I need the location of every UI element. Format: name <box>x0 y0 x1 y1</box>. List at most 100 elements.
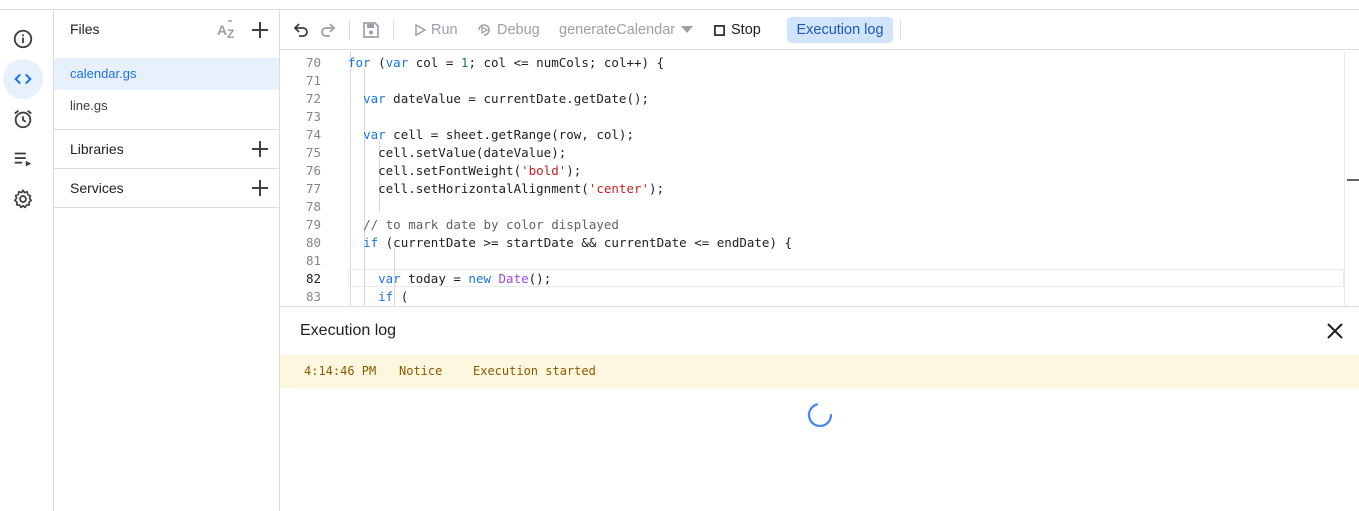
code-icon <box>14 73 32 85</box>
services-label: Services <box>70 180 124 196</box>
line-number: 80 <box>305 235 321 250</box>
editor-button[interactable] <box>3 59 43 99</box>
line-number: 83 <box>305 289 321 304</box>
alarm-icon <box>14 110 32 129</box>
toolbar: Run Debug generateCalendar Stop Executio… <box>280 10 1359 50</box>
stop-label: Stop <box>731 22 761 38</box>
log-level: Notice <box>399 364 443 378</box>
code-line[interactable]: 74 var cell = sheet.getRange(row, col); <box>280 126 1359 144</box>
triggers-button[interactable] <box>3 99 43 139</box>
log-message: Execution started <box>473 364 596 378</box>
close-log-button[interactable] <box>1324 320 1346 342</box>
toolbar-separator <box>349 20 350 40</box>
files-title: Files <box>70 21 100 37</box>
close-icon <box>1327 323 1343 339</box>
plus-icon <box>252 141 268 157</box>
files-header: Files AZ <box>54 10 280 50</box>
playlist-play-icon <box>14 152 32 167</box>
gear-icon <box>13 189 33 209</box>
debug-label: Debug <box>497 22 540 38</box>
redo-icon <box>321 23 336 37</box>
line-number: 74 <box>305 127 321 142</box>
line-number: 73 <box>305 109 321 124</box>
redo-button[interactable] <box>318 20 338 40</box>
save-icon <box>363 22 379 38</box>
function-select[interactable]: generateCalendar <box>559 22 694 38</box>
code-text: cell.setHorizontalAlignment('center'); <box>348 181 665 196</box>
add-file-button[interactable] <box>248 18 272 42</box>
line-number: 78 <box>305 199 321 214</box>
libraries-section: Libraries <box>54 129 279 168</box>
add-library-button[interactable] <box>248 137 272 161</box>
scrollbar-marker <box>1347 179 1359 181</box>
line-number: 77 <box>305 181 321 196</box>
code-editor[interactable]: 70 for (var col = 1; col <= numCols; col+… <box>280 51 1359 306</box>
file-item-calendar[interactable]: calendar.gs <box>54 58 279 90</box>
undo-button[interactable] <box>291 20 311 40</box>
code-line[interactable]: 80 if (currentDate >= startDate && curre… <box>280 234 1359 252</box>
code-text: if (currentDate >= startDate && currentD… <box>363 235 793 250</box>
line-number: 79 <box>305 217 321 232</box>
code-text: if ( <box>378 289 409 304</box>
code-line[interactable]: 71 <box>280 72 1359 90</box>
code-text: cell.setFontWeight('bold'); <box>348 163 582 178</box>
toolbar-separator <box>393 20 394 40</box>
svg-text:A: A <box>217 22 227 38</box>
code-text: for (var col = 1; col <= numCols; col++)… <box>348 55 665 70</box>
sort-az-icon[interactable]: AZ <box>216 19 240 41</box>
overview-button[interactable] <box>3 19 43 59</box>
code-line[interactable]: 76 cell.setFontWeight('bold'); <box>280 162 1359 180</box>
code-line[interactable]: 73 <box>280 108 1359 126</box>
code-text: var cell = sheet.getRange(row, col); <box>363 127 634 142</box>
loading-spinner <box>805 400 835 430</box>
code-line[interactable]: 77 cell.setHorizontalAlignment('center')… <box>280 180 1359 198</box>
code-line[interactable]: 75 cell.setValue(dateValue); <box>280 144 1359 162</box>
execution-log-button[interactable]: Execution log <box>787 17 893 43</box>
debug-icon <box>478 24 490 36</box>
debug-button[interactable]: Debug <box>476 22 540 38</box>
services-section: Services <box>54 168 279 207</box>
executions-button[interactable] <box>3 139 43 179</box>
line-number: 76 <box>305 163 321 178</box>
play-icon <box>415 24 426 36</box>
info-icon <box>13 29 33 49</box>
code-text: // to mark date by color displayed <box>363 217 619 232</box>
code-text: var dateValue = currentDate.getDate(); <box>363 91 650 106</box>
divider <box>54 207 279 208</box>
code-line[interactable]: 82 var today = new Date(); <box>280 270 1359 288</box>
line-number: 81 <box>305 253 321 268</box>
stop-icon <box>714 24 725 36</box>
files-panel: Files AZ calendar.gs line.gs Libraries S… <box>54 10 280 511</box>
plus-icon <box>252 180 268 196</box>
svg-text:Z: Z <box>227 27 234 41</box>
chevron-down-icon <box>681 26 694 33</box>
file-item-line[interactable]: line.gs <box>54 90 279 122</box>
code-line[interactable]: 78 <box>280 198 1359 216</box>
toolbar-separator <box>900 20 901 40</box>
function-name: generateCalendar <box>559 22 676 38</box>
save-button[interactable] <box>361 20 381 40</box>
execution-log-panel: Execution log 4:14:46 PM Notice Executio… <box>280 306 1359 511</box>
line-number: 70 <box>305 55 321 70</box>
code-text: var today = new Date(); <box>378 271 552 286</box>
top-border <box>0 0 1359 10</box>
line-number: 82 <box>305 271 321 286</box>
code-line[interactable]: 70 for (var col = 1; col <= numCols; col+… <box>280 54 1359 72</box>
undo-icon <box>293 23 308 37</box>
add-service-button[interactable] <box>248 176 272 200</box>
plus-icon <box>252 22 268 38</box>
log-time: 4:14:46 PM <box>304 364 377 378</box>
stop-button[interactable]: Stop <box>714 22 761 38</box>
log-entry: 4:14:46 PM Notice Execution started <box>280 355 1359 388</box>
code-line[interactable]: 72 var dateValue = currentDate.getDate()… <box>280 90 1359 108</box>
line-number: 75 <box>305 145 321 160</box>
run-button[interactable]: Run <box>414 22 458 38</box>
editor-scrollbar[interactable] <box>1344 51 1359 306</box>
code-line[interactable]: 83 if ( <box>280 288 1359 306</box>
line-number: 71 <box>305 73 321 88</box>
settings-button[interactable] <box>3 179 43 219</box>
code-text: cell.setValue(dateValue); <box>348 145 567 160</box>
code-line[interactable]: 79 // to mark date by color displayed <box>280 216 1359 234</box>
code-line[interactable]: 81 <box>280 252 1359 270</box>
log-title: Execution log <box>300 322 397 339</box>
